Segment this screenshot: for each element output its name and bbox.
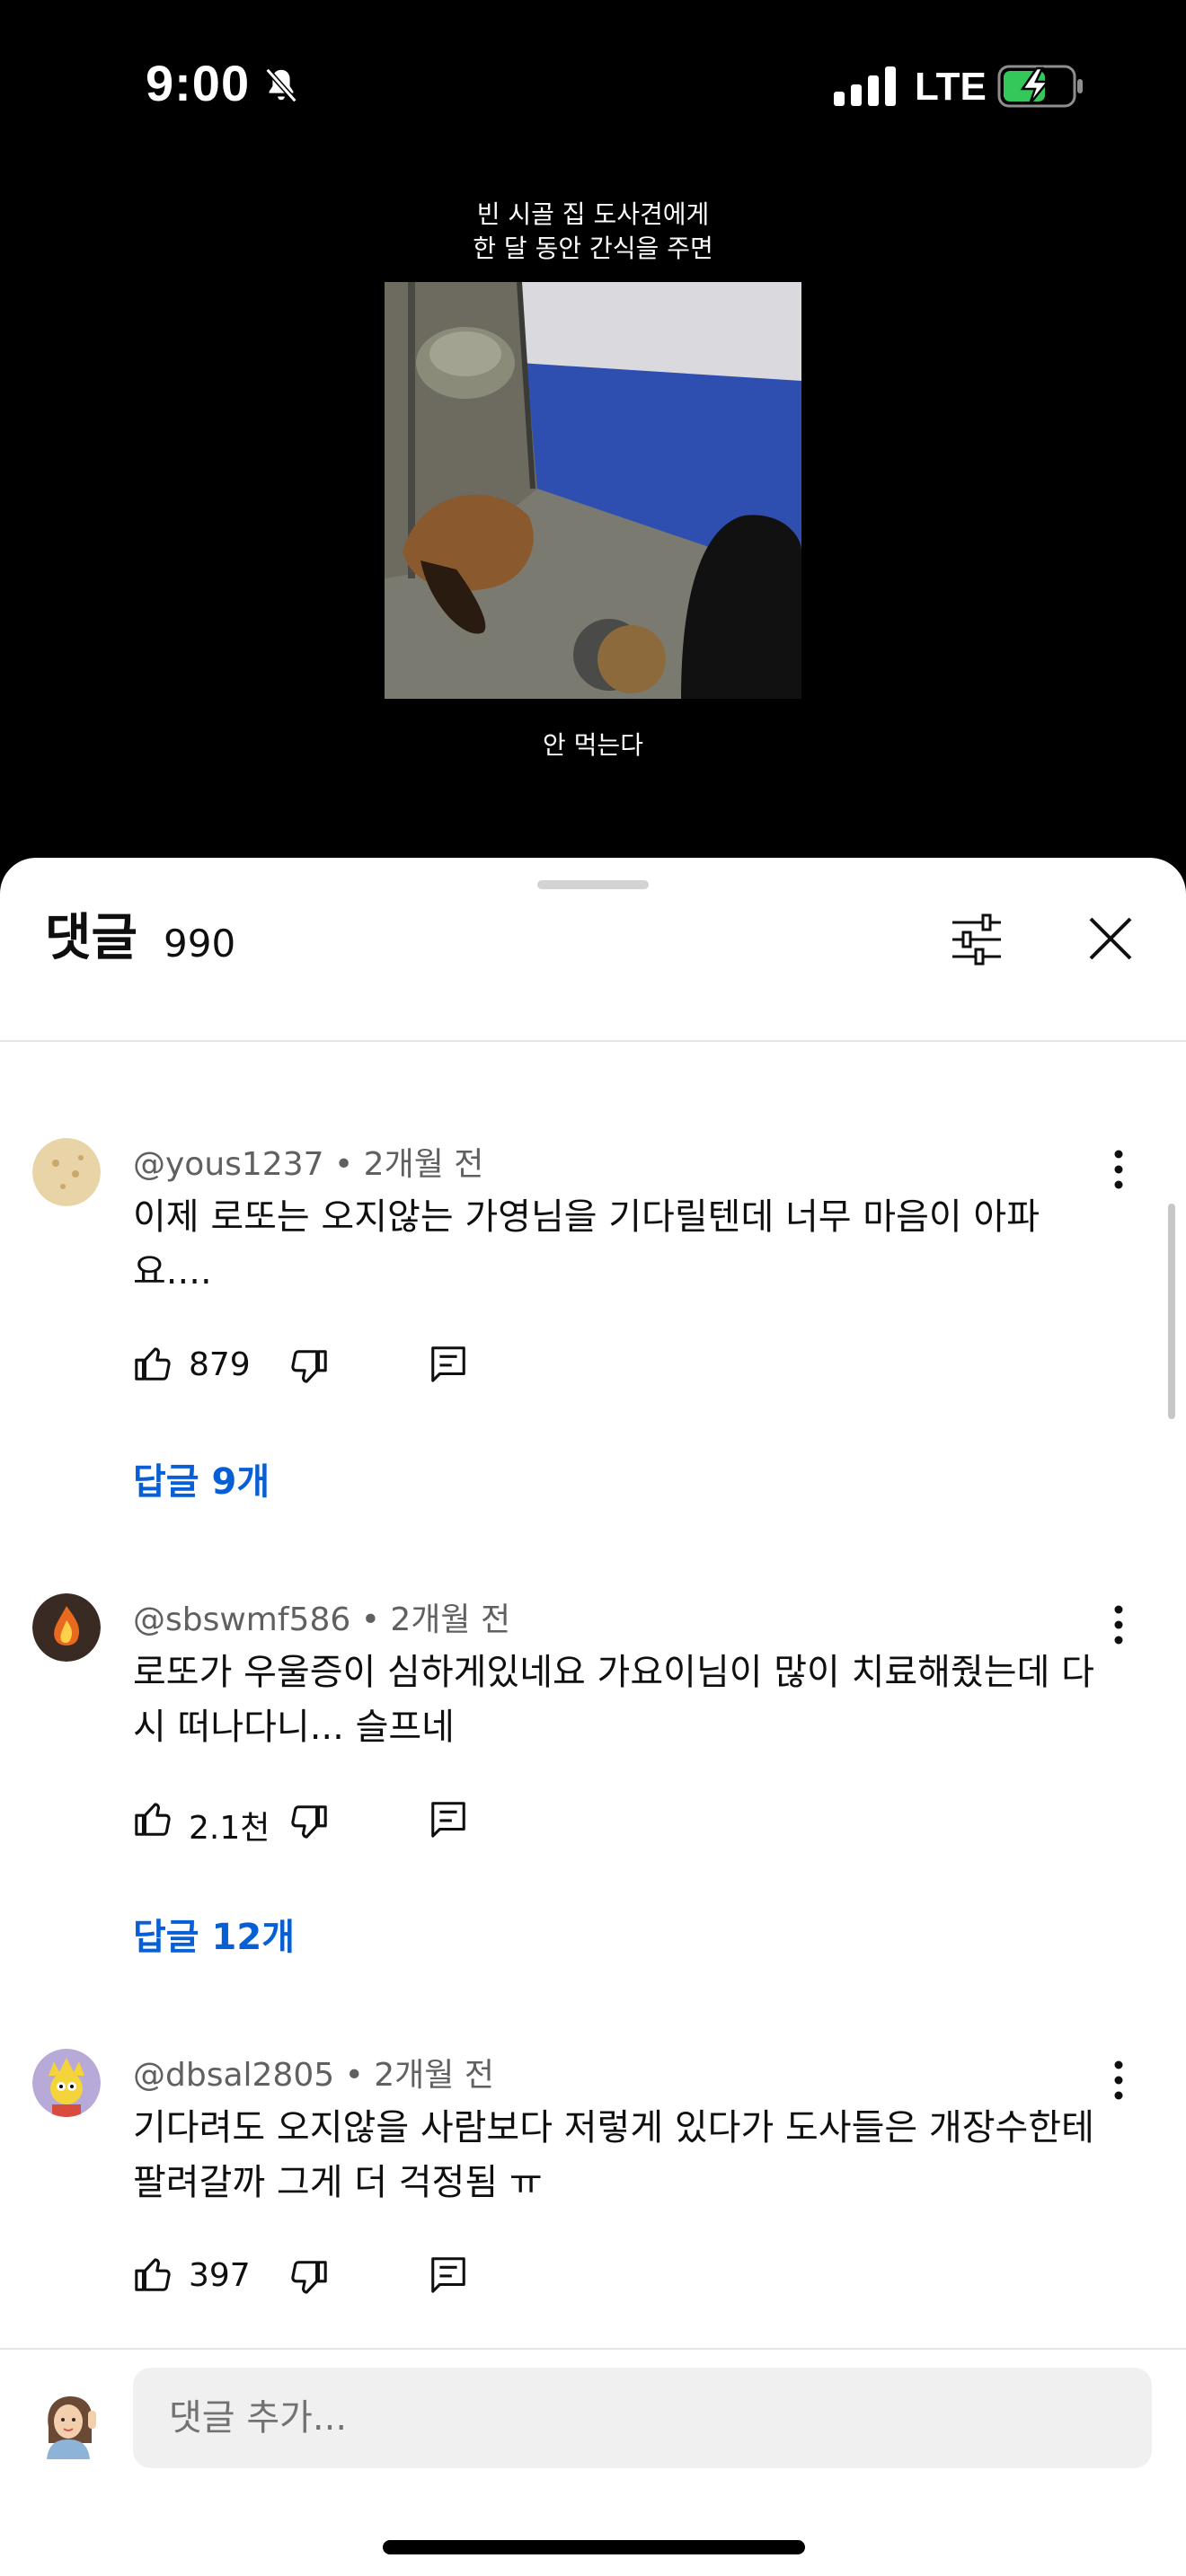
video-caption-top: 빈 시골 집 도사견에게 한 달 동안 간식을 주면 <box>0 198 1186 266</box>
status-time: 9:00 <box>146 55 251 111</box>
drag-handle[interactable] <box>537 880 649 889</box>
comments-header: 댓글 990 <box>0 912 1186 1042</box>
avatar[interactable] <box>32 1593 101 1662</box>
comment-text: 이제 로또는 오지않는 가영님을 기다릴텐데 너무 마음이 아파요.... <box>133 1196 1040 1292</box>
comment-actions: 397 <box>133 2254 672 2307</box>
comment-actions: 2.1천 <box>133 1798 672 1852</box>
comment-meta: @yous1237 • 2개월 전 <box>133 1138 483 1185</box>
comment-time: 2개월 전 <box>374 2057 494 2094</box>
like-count: 2.1천 <box>189 1810 270 1847</box>
comment-input[interactable] <box>133 2368 1152 2468</box>
video-caption-line-1: 빈 시골 집 도사견에게 <box>476 199 710 229</box>
scrollbar[interactable] <box>1168 1204 1175 1419</box>
comment-text: 기다려도 오지않을 사람보다 저렇게 있다가 도사들은 개장수한테 팔려갈까 그… <box>133 2107 1094 2203</box>
comment-text: 로또가 우울증이 심하게있네요 가요이님이 많이 치료해줬는데 다시 떠나다니.… <box>133 1652 1094 1748</box>
reply-icon[interactable] <box>428 2254 469 2295</box>
cellular-signal-icon <box>834 66 896 106</box>
user-avatar[interactable] <box>36 2391 104 2459</box>
more-options-icon[interactable] <box>1105 2058 1132 2103</box>
comment-actions: 879 <box>133 1343 672 1397</box>
bell-muted-icon <box>265 67 297 103</box>
comment-meta: @sbswmf586 • 2개월 전 <box>133 1593 510 1640</box>
meta-separator: • <box>360 1601 391 1638</box>
replies-link[interactable]: 답글 12개 <box>133 1908 295 1960</box>
video-frame[interactable] <box>385 282 801 699</box>
meta-separator: • <box>344 2057 375 2094</box>
avatar[interactable] <box>32 1138 101 1206</box>
comment-meta: @dbsal2805 • 2개월 전 <box>133 2049 494 2095</box>
comment-time: 2개월 전 <box>363 1146 484 1183</box>
more-options-icon[interactable] <box>1105 1147 1132 1192</box>
comment-author[interactable]: @dbsal2805 <box>133 2057 334 2094</box>
like-icon[interactable] <box>133 1798 174 1839</box>
replies-link[interactable]: 답글 9개 <box>133 1452 270 1504</box>
add-comment-bar <box>0 2348 1186 2501</box>
reply-icon[interactable] <box>428 1343 469 1384</box>
comment-time: 2개월 전 <box>390 1601 511 1638</box>
comments-sheet: 댓글 990 @yous1237 • 2개월 전 이제 로또는 오지않는 가영님… <box>0 858 1186 2576</box>
like-icon[interactable] <box>133 1343 174 1384</box>
more-options-icon[interactable] <box>1105 1602 1132 1647</box>
battery-charging-icon <box>997 65 1083 108</box>
meta-separator: • <box>333 1146 364 1183</box>
dislike-icon[interactable] <box>288 2257 329 2298</box>
avatar[interactable] <box>32 2049 101 2117</box>
dislike-icon[interactable] <box>288 1802 329 1843</box>
comment-author[interactable]: @sbswmf586 <box>133 1601 350 1638</box>
sort-filter-icon[interactable] <box>949 912 1005 967</box>
video-player[interactable]: 빈 시골 집 도사견에게 한 달 동안 간식을 주면 안 먹는다 <box>0 171 1186 862</box>
status-bar: 9:00 LTE <box>0 0 1186 171</box>
home-indicator[interactable] <box>383 2540 805 2554</box>
network-type: LTE <box>915 65 987 109</box>
video-caption-bottom: 안 먹는다 <box>543 730 643 760</box>
like-count: 397 <box>189 2257 251 2294</box>
video-thumbnail-image <box>385 282 801 699</box>
comments-count: 990 <box>164 922 236 966</box>
like-count: 879 <box>189 1346 251 1383</box>
dislike-icon[interactable] <box>288 1346 329 1388</box>
comment-author[interactable]: @yous1237 <box>133 1146 324 1183</box>
like-icon[interactable] <box>133 2254 174 2295</box>
close-icon[interactable] <box>1084 912 1137 966</box>
video-caption-line-2: 한 달 동안 간식을 주면 <box>473 234 713 263</box>
comments-title: 댓글 <box>45 909 138 967</box>
reply-icon[interactable] <box>428 1798 469 1839</box>
